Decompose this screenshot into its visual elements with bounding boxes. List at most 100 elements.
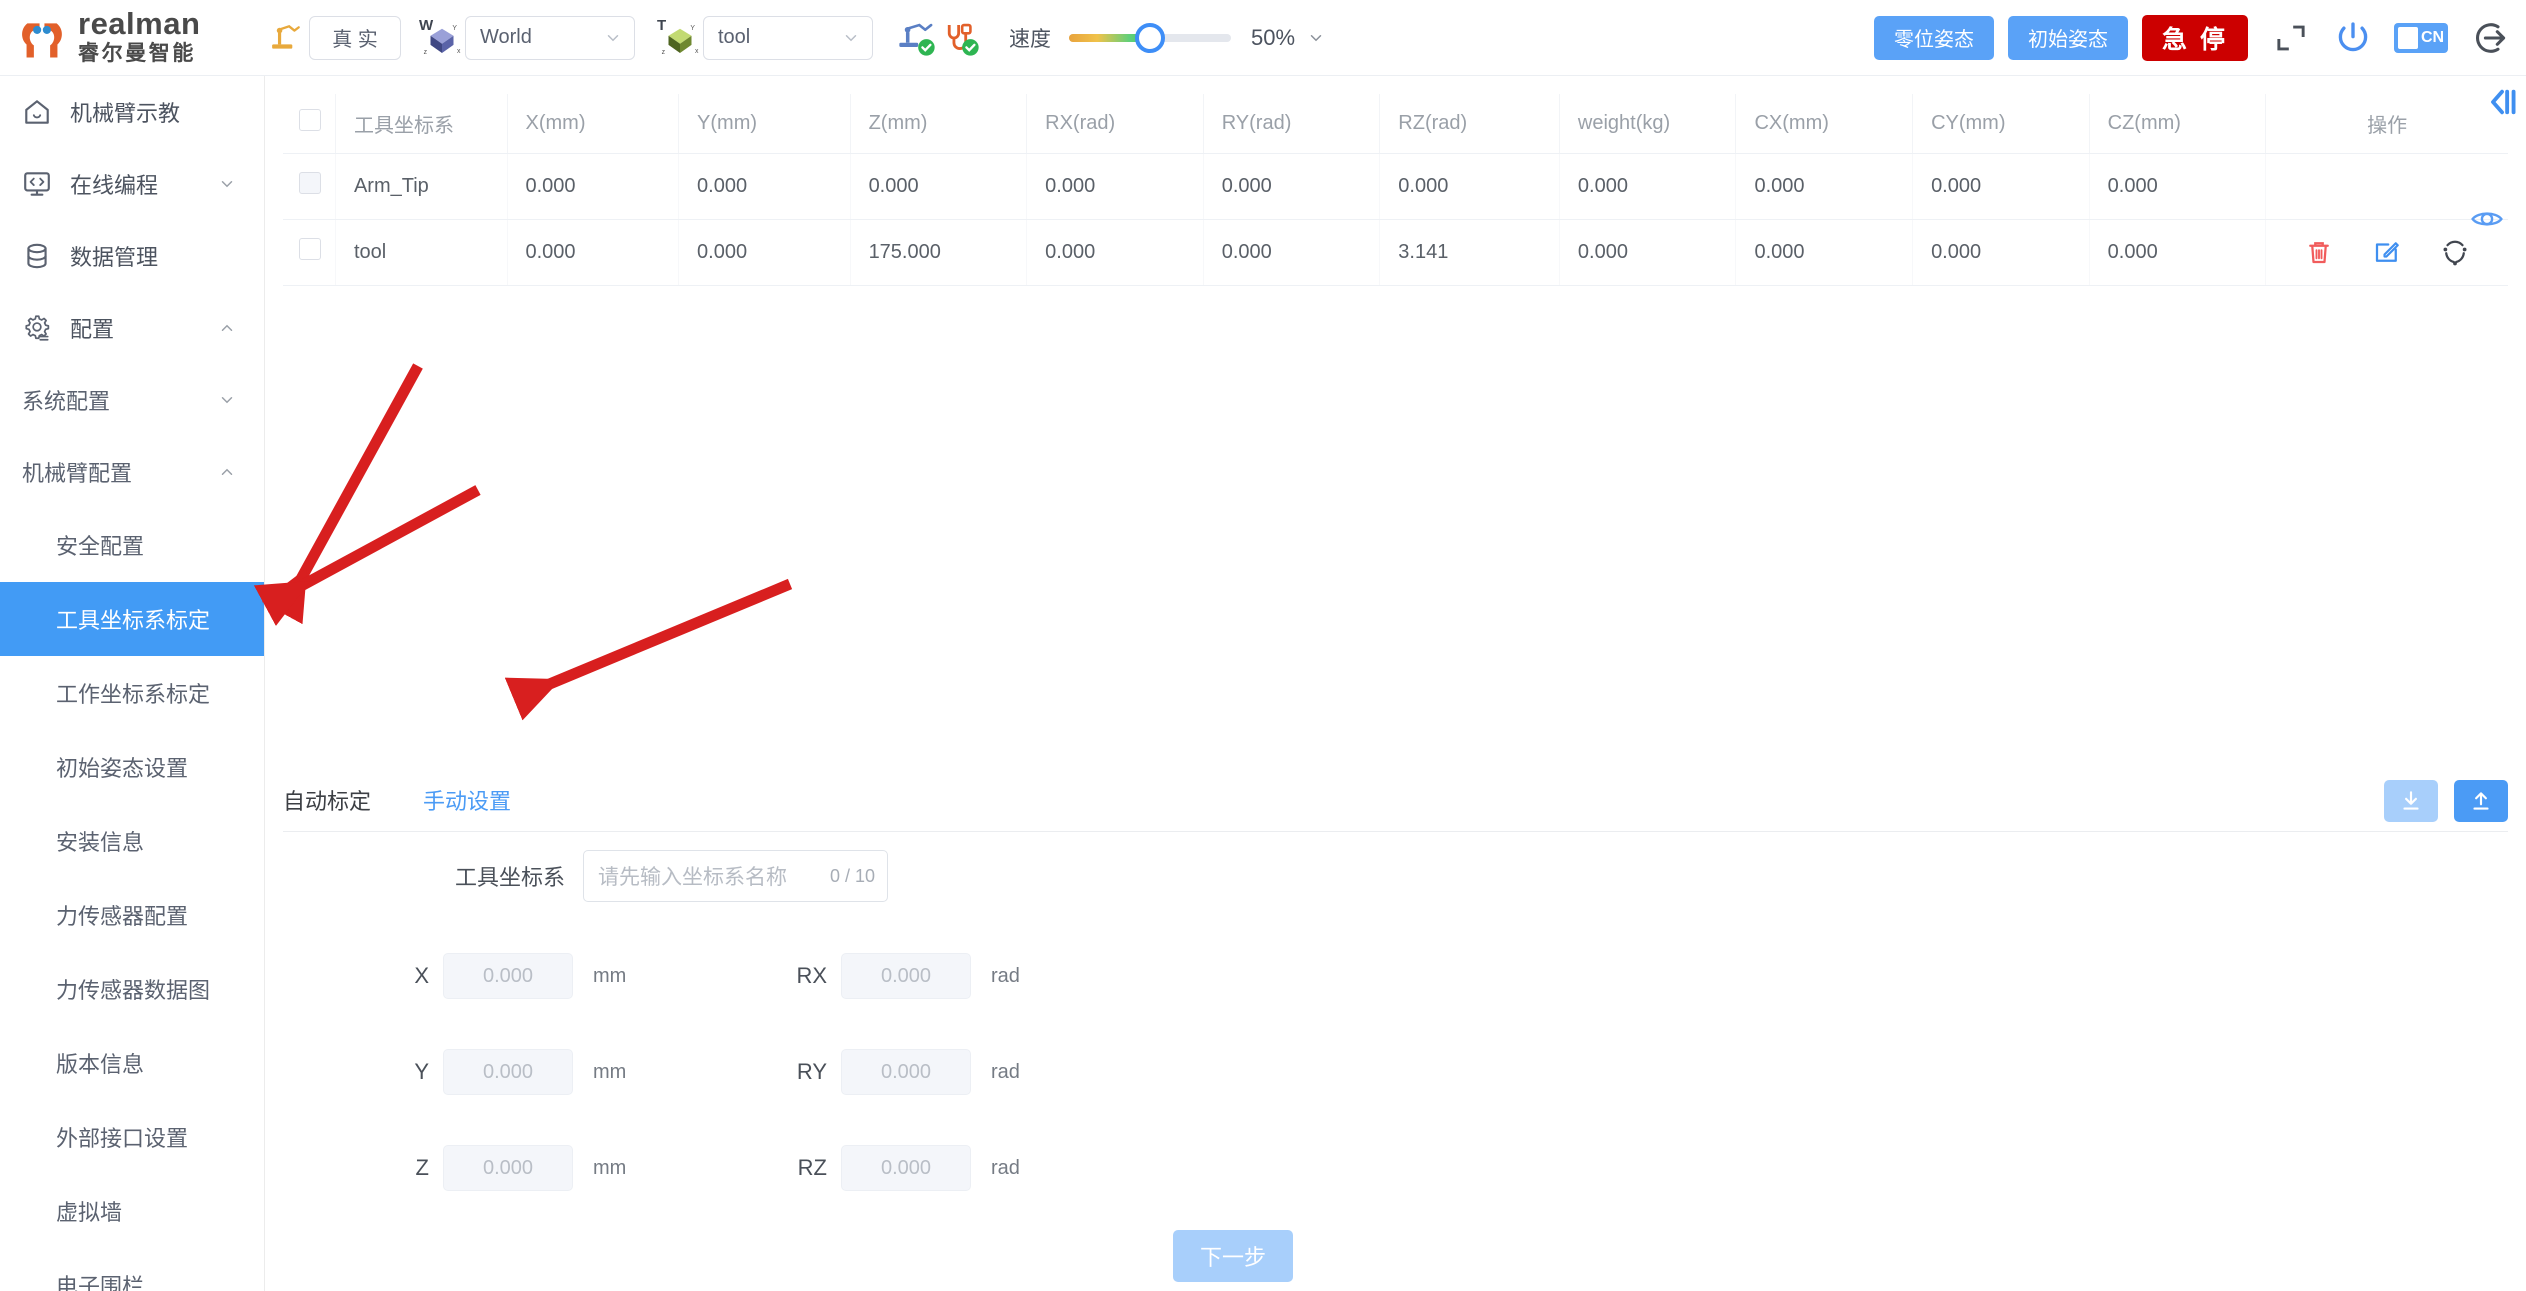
y-input[interactable]: 0.000 [443, 1049, 573, 1095]
table-cell-rx: 0.000 [1026, 153, 1204, 220]
robot-arm-icon [265, 13, 309, 63]
sidebar-item-tool-frame-calibration[interactable]: 工具坐标系标定 [0, 582, 264, 656]
world-frame-select[interactable]: World [465, 15, 635, 60]
language-toggle[interactable]: CN [2394, 22, 2448, 53]
table-cell-cy: 0.000 [1912, 219, 2090, 286]
emergency-stop-button[interactable]: 急 停 [2142, 14, 2248, 61]
row-checkbox[interactable] [299, 238, 321, 260]
tab-manual-setting[interactable]: 手动设置 [423, 784, 511, 822]
select-all-checkbox[interactable] [299, 109, 321, 132]
row-select-cell[interactable] [283, 153, 336, 220]
refresh-icon[interactable] [2440, 237, 2470, 267]
field-unit: mm [593, 964, 627, 987]
fullscreen-icon[interactable] [2270, 17, 2312, 59]
code-monitor-icon [20, 167, 54, 201]
sidebar-item-force-sensor-chart[interactable]: 力传感器数据图 [0, 952, 264, 1026]
field-label: RZ [797, 1155, 827, 1180]
tab-actions [2384, 779, 2508, 826]
init-pose-button[interactable]: 初始姿态 [2008, 15, 2129, 60]
sidebar-item-version-info[interactable]: 版本信息 [0, 1026, 264, 1100]
sidebar-item-arm-config[interactable]: 机械臂配置 [0, 436, 264, 508]
table-row[interactable]: tool 0.000 0.000 175.000 0.000 0.000 3.1… [283, 219, 2508, 286]
table-cell-x: 0.000 [507, 219, 680, 286]
database-icon [20, 239, 54, 273]
sidebar-item-work-frame-calibration[interactable]: 工作坐标系标定 [0, 656, 264, 730]
download-button[interactable] [2384, 779, 2438, 822]
speed-chevron-down-icon[interactable] [1307, 29, 1325, 47]
upload-button[interactable] [2454, 779, 2508, 822]
brand-name-en: realman [78, 6, 201, 42]
sidebar-item-online-programming[interactable]: 在线编程 [0, 148, 264, 220]
frame-name-input[interactable]: 请先输入坐标系名称 0 / 10 [583, 850, 888, 902]
sidebar-item-installation-info[interactable]: 安装信息 [0, 804, 264, 878]
slider-knob[interactable] [1135, 22, 1165, 53]
zero-pose-button[interactable]: 零位姿态 [1874, 15, 1995, 60]
sidebar-item-config[interactable]: 配置 [0, 292, 264, 364]
field-value: 0.000 [482, 964, 534, 987]
sidebar-item-label: 数据管理 [70, 245, 159, 270]
svg-text:x: x [457, 47, 461, 54]
speed-value: 50% [1251, 24, 1296, 50]
table-header-cell: X(mm) [507, 94, 680, 154]
robot-arm-status-icon[interactable] [895, 13, 939, 63]
next-step-button[interactable]: 下一步 [1173, 1230, 1293, 1282]
eye-icon[interactable] [2470, 202, 2504, 236]
table-cell-cz: 0.000 [2089, 219, 2267, 286]
x-input[interactable]: 0.000 [443, 953, 573, 999]
gear-icon [20, 311, 54, 345]
tool-frame-select[interactable]: tool [703, 15, 873, 60]
sidebar-item-electronic-fence[interactable]: 电子围栏 [0, 1248, 264, 1291]
edit-icon[interactable] [2372, 237, 2402, 267]
table-row[interactable]: Arm_Tip 0.000 0.000 0.000 0.000 0.000 0.… [283, 153, 2508, 220]
rz-input[interactable]: 0.000 [841, 1145, 971, 1191]
sidebar-item-external-interface-setting[interactable]: 外部接口设置 [0, 1100, 264, 1174]
sidebar-item-data-management[interactable]: 数据管理 [0, 220, 264, 292]
brand-name-cn: 睿尔曼智能 [78, 42, 196, 66]
ry-input[interactable]: 0.000 [841, 1049, 971, 1095]
sidebar-item-teach[interactable]: 机械臂示教 [0, 76, 264, 148]
world-frame-value: World [480, 26, 532, 48]
sidebar-item-force-sensor-config[interactable]: 力传感器配置 [0, 878, 264, 952]
z-input[interactable]: 0.000 [443, 1145, 573, 1191]
table-header-cell: Z(mm) [850, 94, 1028, 154]
select-all-cell[interactable] [283, 94, 336, 154]
table-cell-name: tool [335, 219, 508, 286]
frame-name-row: 工具坐标系 请先输入坐标系名称 0 / 10 [283, 846, 2508, 906]
power-icon[interactable] [2332, 17, 2374, 59]
table-cell-weight: 0.000 [1559, 219, 1737, 286]
mode-select[interactable]: 真 实 [309, 15, 401, 60]
sidebar-item-label: 力传感器数据图 [56, 978, 211, 1003]
sidebar-item-safety-config[interactable]: 安全配置 [0, 508, 264, 582]
table-cell-cx: 0.000 [1735, 219, 1914, 286]
logout-icon[interactable] [2470, 17, 2512, 59]
table-cell-x: 0.000 [507, 153, 680, 220]
table-header-cell: Y(mm) [678, 94, 851, 154]
row-checkbox[interactable] [299, 172, 321, 194]
speed-slider[interactable] [1069, 16, 1231, 60]
sidebar-item-initial-pose-setting[interactable]: 初始姿态设置 [0, 730, 264, 804]
sidebar-item-system-config[interactable]: 系统配置 [0, 364, 264, 436]
language-label: CN [2421, 28, 2445, 46]
table-cell-cy: 0.000 [1912, 153, 2090, 220]
field-value: 0.000 [880, 1156, 932, 1179]
field-label: RX [796, 963, 827, 988]
rx-input[interactable]: 0.000 [841, 953, 971, 999]
sidebar-item-label: 力传感器配置 [56, 904, 189, 929]
sidebar-item-virtual-wall[interactable]: 虚拟墙 [0, 1174, 264, 1248]
frame-name-placeholder: 请先输入坐标系名称 [598, 866, 787, 889]
tab-auto-calibration[interactable]: 自动标定 [283, 784, 371, 822]
row-select-cell[interactable] [283, 219, 336, 286]
svg-text:Y: Y [690, 24, 695, 31]
delete-icon[interactable] [2304, 237, 2334, 267]
sidebar-item-label: 工作坐标系标定 [56, 682, 211, 707]
application-root: realman 睿尔曼智能 真 实 W Y z x World T Y z x … [0, 0, 2526, 1291]
sidebar-item-label: 初始姿态设置 [56, 756, 189, 781]
field-label: X [414, 963, 429, 988]
download-icon [2403, 790, 2419, 810]
table-header-cell: CX(mm) [1735, 94, 1914, 154]
sidebar: 机械臂示教 在线编程 数据管理 配置 系统配置 机械臂配置 安全配置 工具坐标系… [0, 76, 265, 1291]
collapse-panel-icon[interactable] [2484, 84, 2520, 120]
svg-text:z: z [662, 49, 666, 56]
cable-status-icon[interactable] [939, 13, 983, 63]
field-value: 0.000 [880, 964, 932, 987]
